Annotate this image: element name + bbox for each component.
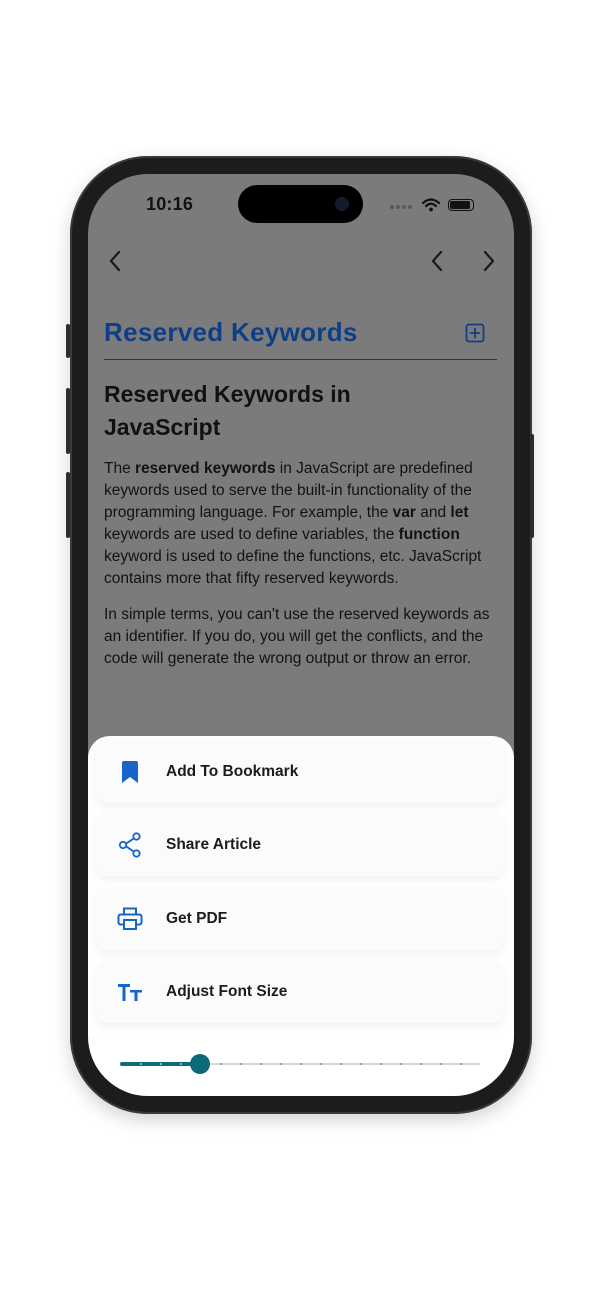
paragraph-text: The bbox=[104, 460, 136, 477]
slider-tick bbox=[220, 1063, 222, 1065]
slider-tick bbox=[420, 1063, 422, 1065]
battery-icon bbox=[448, 199, 474, 211]
slider-tick bbox=[360, 1063, 362, 1065]
slider-tick bbox=[400, 1063, 402, 1065]
mute-switch bbox=[66, 324, 70, 358]
slider-tick bbox=[460, 1063, 462, 1065]
slider-tick bbox=[300, 1063, 302, 1065]
share-icon bbox=[118, 831, 141, 858]
article-nav bbox=[88, 246, 514, 276]
paragraph-text: keywords are used to define variables, t… bbox=[104, 526, 399, 543]
slider-tick bbox=[160, 1063, 162, 1065]
wifi-icon bbox=[422, 198, 440, 212]
add-bookmark-button[interactable]: Add To Bookmark bbox=[96, 740, 504, 803]
slider-thumb[interactable] bbox=[190, 1054, 210, 1074]
get-pdf-button[interactable]: Get PDF bbox=[96, 887, 504, 950]
adjust-font-size-label: Adjust Font Size bbox=[166, 982, 288, 1000]
status-indicators bbox=[390, 196, 474, 214]
slider-tick bbox=[240, 1063, 242, 1065]
slider-tick bbox=[380, 1063, 382, 1065]
next-article-button[interactable] bbox=[474, 246, 504, 276]
back-button[interactable] bbox=[100, 246, 130, 276]
slider-tick bbox=[340, 1063, 342, 1065]
chevron-left-icon bbox=[431, 250, 443, 272]
chevron-left-icon bbox=[109, 250, 121, 272]
font-size-icon bbox=[118, 983, 142, 1001]
share-article-button[interactable]: Share Article bbox=[96, 813, 504, 876]
slider-tick bbox=[260, 1063, 262, 1065]
get-pdf-label: Get PDF bbox=[166, 909, 228, 927]
paragraph-text: and bbox=[415, 504, 451, 521]
bold-keyword: reserved keywords bbox=[135, 460, 276, 477]
signal-dots-icon bbox=[390, 196, 414, 214]
article-paragraph: In simple terms, you can't use the reser… bbox=[104, 606, 490, 667]
article-title: Reserved Keywords bbox=[104, 317, 358, 347]
options-sheet: Add To Bookmark Share Article Get PDF Ad… bbox=[88, 736, 514, 1096]
status-time: 10:16 bbox=[146, 194, 194, 214]
add-bookmark-label: Add To Bookmark bbox=[166, 762, 299, 780]
slider-tick bbox=[280, 1063, 282, 1065]
expand-plus-icon[interactable] bbox=[465, 323, 485, 343]
bold-keyword: var bbox=[392, 504, 416, 521]
power-button bbox=[530, 434, 534, 538]
volume-down-button bbox=[66, 472, 70, 538]
paragraph-text: keyword is used to define the functions,… bbox=[104, 548, 482, 587]
previous-article-button[interactable] bbox=[422, 246, 452, 276]
bold-keyword: let bbox=[450, 504, 469, 521]
article-paragraph: The reserved keywords in JavaScript are … bbox=[104, 458, 497, 590]
slider-tick bbox=[320, 1063, 322, 1065]
phone-screen: 10:16 Reserved Keywords Reserved Keyword… bbox=[88, 174, 514, 1096]
dynamic-island bbox=[238, 185, 363, 223]
font-size-slider[interactable] bbox=[120, 1052, 480, 1076]
bookmark-icon bbox=[122, 760, 138, 783]
article-heading: Reserved Keywords in JavaScript bbox=[104, 381, 351, 440]
bold-keyword: function bbox=[398, 526, 460, 543]
adjust-font-size-button[interactable]: Adjust Font Size bbox=[96, 960, 504, 1023]
printer-icon bbox=[117, 907, 143, 930]
slider-tick bbox=[440, 1063, 442, 1065]
chevron-right-icon bbox=[483, 250, 495, 272]
slider-tick bbox=[140, 1063, 142, 1065]
article-content: Reserved Keywords Reserved Keywords in J… bbox=[104, 314, 497, 670]
slider-tick bbox=[180, 1063, 182, 1065]
article-title-row: Reserved Keywords bbox=[104, 314, 497, 360]
volume-up-button bbox=[66, 388, 70, 454]
share-article-label: Share Article bbox=[166, 835, 262, 853]
